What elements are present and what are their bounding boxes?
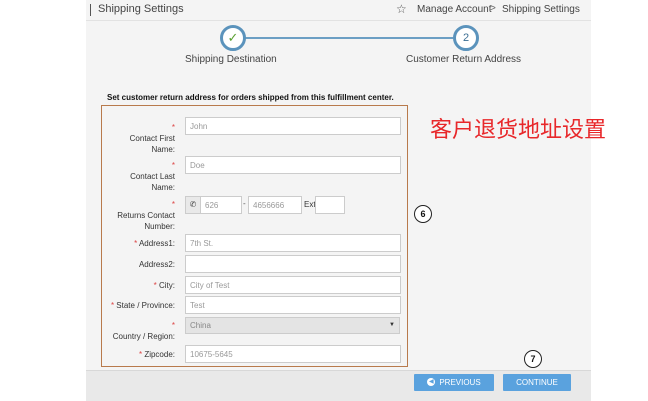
page-title: Shipping Settings bbox=[98, 3, 184, 15]
previous-button[interactable]: ◀ PREVIOUS bbox=[414, 374, 494, 391]
continue-button-label: CONTINUE bbox=[516, 378, 558, 387]
country-select[interactable]: China ▼ bbox=[185, 317, 400, 334]
step-2-label: Customer Return Address bbox=[406, 54, 522, 65]
last-name-label: * Contact Last Name: bbox=[130, 161, 175, 192]
state-label: * State / Province: bbox=[110, 301, 175, 310]
first-name-label: * Contact First Name: bbox=[129, 123, 175, 154]
address1-label: * Address1: bbox=[134, 239, 175, 248]
phone-number-input[interactable]: 4656666 bbox=[248, 196, 302, 214]
state-input[interactable]: Test bbox=[185, 296, 401, 314]
callout-marker-6: 6 bbox=[414, 205, 432, 223]
first-name-input[interactable]: John bbox=[185, 117, 401, 135]
last-name-input[interactable]: Doe bbox=[185, 156, 401, 174]
phone-area-input[interactable]: 626 bbox=[200, 196, 242, 214]
phone-ext-input[interactable] bbox=[315, 196, 345, 214]
country-label: * Country / Region: bbox=[112, 321, 175, 341]
address1-input[interactable]: 7th St. bbox=[185, 234, 401, 252]
dropdown-arrow-icon: ▼ bbox=[389, 322, 395, 328]
callout-marker-7: 7 bbox=[524, 350, 542, 368]
stepper-line bbox=[245, 37, 453, 39]
back-arrow-icon: ◀ bbox=[427, 377, 436, 386]
phone-dash: - bbox=[243, 199, 246, 208]
check-icon: ✓ bbox=[227, 30, 239, 45]
step-1-completed[interactable]: ✓ bbox=[220, 25, 246, 51]
phone-icon: ✆ bbox=[185, 196, 201, 214]
step-1-label: Shipping Destination bbox=[185, 54, 277, 65]
continue-button[interactable]: CONTINUE bbox=[503, 374, 571, 391]
form-instruction: Set customer return address for orders s… bbox=[107, 93, 394, 102]
breadcrumb-shipping-settings: Shipping Settings bbox=[502, 4, 580, 15]
previous-button-label: PREVIOUS bbox=[439, 378, 481, 387]
country-select-value: China bbox=[190, 321, 211, 330]
address2-label: Address2: bbox=[138, 260, 175, 269]
zipcode-input[interactable]: 10675-5645 bbox=[185, 345, 401, 363]
city-label: * City: bbox=[153, 281, 175, 290]
phone-label: * Returns Contact Number: bbox=[117, 200, 175, 231]
header-bar: Shipping Settings ☆ Manage Account > Shi… bbox=[86, 0, 591, 21]
city-input[interactable]: City of Test bbox=[185, 276, 401, 294]
address2-input[interactable] bbox=[185, 255, 401, 273]
zipcode-label: * Zipcode: bbox=[138, 350, 175, 359]
title-divider bbox=[90, 4, 91, 16]
ext-label: Ext bbox=[304, 200, 316, 209]
breadcrumb-separator: > bbox=[490, 3, 496, 14]
return-address-annotation: 客户退货地址设置 bbox=[430, 118, 607, 143]
step-2-current: 2 bbox=[453, 25, 479, 51]
breadcrumb-manage-account[interactable]: Manage Account bbox=[417, 4, 492, 15]
star-outline-icon[interactable]: ☆ bbox=[396, 2, 407, 16]
